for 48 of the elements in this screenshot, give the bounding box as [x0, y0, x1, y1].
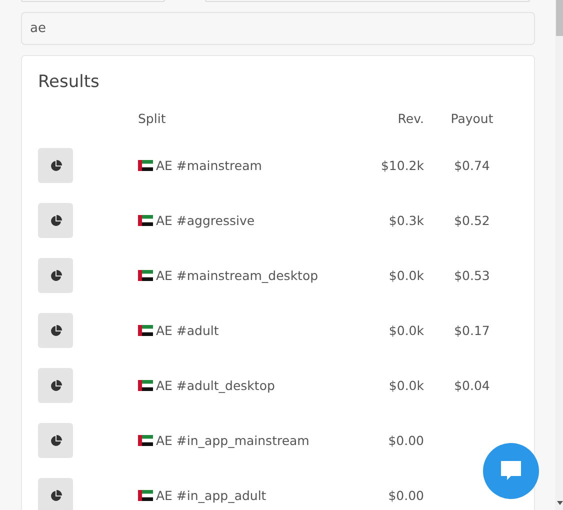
- flag-icon: [138, 435, 153, 446]
- revenue-value: $0.00: [388, 433, 424, 448]
- chat-icon: [499, 459, 523, 483]
- column-header: Payout: [450, 110, 494, 126]
- flag-icon: [138, 380, 153, 391]
- payout-value: $0.53: [454, 268, 490, 283]
- pie-chart-icon: [50, 160, 62, 172]
- split-name: AE #mainstream: [156, 158, 262, 173]
- revenue-value: $0.3k: [388, 213, 424, 228]
- pie-chart-icon: [50, 490, 62, 502]
- pie-chart-icon: [50, 270, 62, 282]
- pie-chart-icon: [50, 324, 62, 336]
- chart-button[interactable]: [38, 258, 73, 293]
- payout-value: $0.04: [454, 378, 490, 393]
- column-header: Split: [138, 110, 166, 126]
- pie-chart-icon: [50, 214, 62, 226]
- chart-button[interactable]: [38, 423, 73, 458]
- split-name: AE #adult_desktop: [156, 378, 275, 393]
- split-name: AE #in_app_adult: [156, 488, 266, 503]
- payout-value: $0.17: [454, 323, 490, 338]
- pie-chart-icon: [50, 434, 62, 446]
- revenue-value: $0.00: [388, 488, 424, 503]
- split-name: AE #adult: [156, 323, 219, 338]
- flag-icon: [138, 270, 153, 281]
- column-header: Rev.: [398, 110, 424, 126]
- split-name: AE #aggressive: [156, 213, 255, 228]
- chart-button[interactable]: [38, 478, 73, 510]
- revenue-value: $0.0k: [388, 268, 424, 283]
- chart-button[interactable]: [38, 148, 73, 183]
- flag-icon: [138, 215, 153, 226]
- revenue-value: $0.0k: [388, 323, 424, 338]
- scrollbar-thumb[interactable]: [556, 0, 563, 36]
- search-field[interactable]: ae: [21, 12, 535, 45]
- flag-icon: [138, 325, 153, 336]
- flag-icon: [138, 490, 153, 501]
- chart-button[interactable]: [38, 313, 73, 348]
- chart-button[interactable]: [38, 203, 73, 238]
- pie-chart-icon: [50, 380, 62, 392]
- card-title: Results: [38, 72, 100, 94]
- flag-icon: [138, 160, 153, 171]
- split-name: AE #mainstream_desktop: [156, 268, 318, 283]
- payout-value: $0.74: [454, 158, 490, 173]
- revenue-value: $0.0k: [388, 378, 424, 393]
- payout-value: $0.52: [454, 213, 490, 228]
- scroll-down-icon[interactable]: [556, 500, 563, 506]
- chart-button[interactable]: [38, 368, 73, 403]
- revenue-value: $10.2k: [380, 158, 424, 173]
- split-name: AE #in_app_mainstream: [156, 433, 310, 448]
